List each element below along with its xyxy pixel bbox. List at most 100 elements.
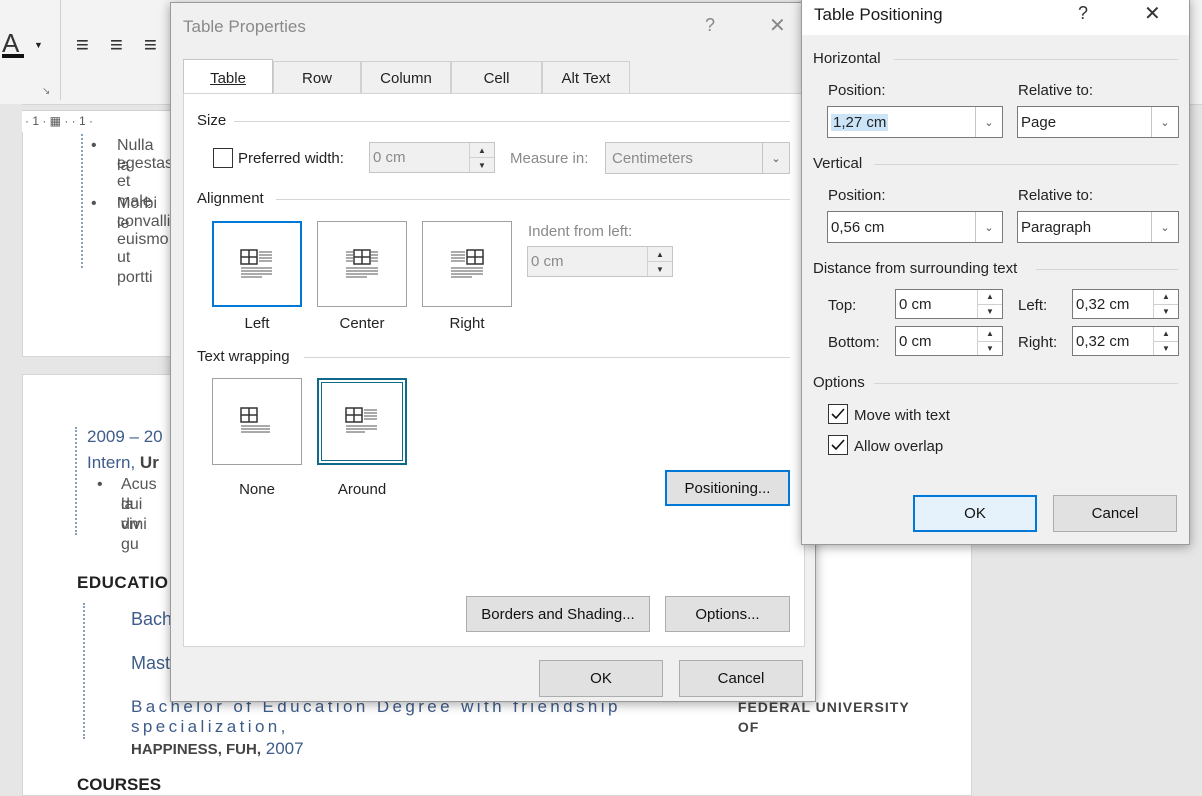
left-margin-strip: [0, 104, 22, 784]
tab-table[interactable]: Table: [183, 59, 273, 97]
ok-button[interactable]: OK: [539, 660, 663, 697]
options-button[interactable]: Options...: [665, 596, 790, 632]
spin-up-icon[interactable]: ▲: [978, 327, 1002, 342]
close-icon[interactable]: ✕: [769, 13, 786, 38]
move-with-text-label[interactable]: Move with text: [854, 407, 950, 424]
button-label: Options...: [695, 605, 760, 623]
wrap-none-option[interactable]: [212, 378, 302, 465]
align-center-button[interactable]: ≡: [110, 32, 123, 58]
v-relative-select[interactable]: Paragraph ⌄: [1017, 211, 1179, 243]
input-value: 0,32 cm: [1076, 332, 1130, 350]
chevron-down-icon[interactable]: ⌄: [1151, 212, 1178, 242]
spin-down-icon[interactable]: ▼: [978, 305, 1002, 319]
chevron-down-icon[interactable]: ⌄: [762, 143, 789, 173]
left-label: Left:: [1018, 297, 1048, 314]
left-input[interactable]: 0,32 cm ▲ ▼: [1072, 289, 1179, 319]
tab-label: Table: [210, 70, 246, 87]
education-guide: [83, 603, 85, 739]
positioning-button[interactable]: Positioning...: [665, 470, 790, 506]
spin-down-icon[interactable]: ▼: [1154, 305, 1178, 319]
chevron-down-icon[interactable]: ⌄: [975, 107, 1002, 137]
width-spinner[interactable]: ▲ ▼: [469, 143, 494, 172]
spin-down-icon[interactable]: ▼: [1154, 342, 1178, 356]
divider: [1036, 269, 1178, 270]
spin-up-icon[interactable]: ▲: [470, 143, 494, 158]
tab-alt-text[interactable]: Alt Text: [542, 61, 630, 95]
divider: [894, 59, 1178, 60]
ok-button[interactable]: OK: [913, 495, 1037, 532]
bullet-line: dmi gu: [121, 516, 147, 553]
align-left-button[interactable]: ≡: [76, 32, 89, 58]
checkmark-icon: [831, 439, 845, 451]
help-button[interactable]: ?: [1078, 3, 1088, 24]
move-with-text-checkbox[interactable]: [828, 404, 848, 424]
cancel-button[interactable]: Cancel: [1053, 495, 1177, 532]
tab-label: Alt Text: [561, 70, 611, 87]
spin-up-icon[interactable]: ▲: [648, 247, 672, 262]
tab-cell[interactable]: Cell: [451, 61, 542, 95]
input-value: 0 cm: [899, 332, 932, 350]
edu-degree: Bachelor of Education Degree with friend…: [131, 697, 621, 736]
select-value: Paragraph: [1021, 218, 1092, 236]
spin-down-icon[interactable]: ▼: [470, 158, 494, 172]
options-section-label: Options: [813, 374, 865, 391]
edu-item-2: Mast: [131, 653, 171, 673]
measure-in-select[interactable]: Centimeters ⌄: [605, 142, 790, 174]
entry-date: 2009 – 20: [87, 427, 163, 446]
dialog-title: Table Properties: [183, 17, 306, 36]
align-right-button[interactable]: ≡: [144, 32, 157, 58]
entry-role-text: Intern,: [87, 453, 140, 472]
horizontal-ruler[interactable]: · 1 · ▦ · · 1 ·: [20, 110, 182, 134]
right-spinner[interactable]: ▲ ▼: [1153, 327, 1178, 355]
top-spinner[interactable]: ▲ ▼: [977, 290, 1002, 318]
spin-up-icon[interactable]: ▲: [1154, 290, 1178, 305]
table-left-icon: [240, 249, 272, 278]
chevron-down-icon[interactable]: ⌄: [975, 212, 1002, 242]
divider: [276, 199, 790, 200]
tab-row[interactable]: Row: [273, 61, 361, 95]
measure-in-label: Measure in:: [510, 150, 589, 167]
borders-shading-button[interactable]: Borders and Shading...: [466, 596, 650, 632]
top-input[interactable]: 0 cm ▲ ▼: [895, 289, 1003, 319]
h-relative-select[interactable]: Page ⌄: [1017, 106, 1179, 138]
h-position-combo[interactable]: 1,27 cm ⌄: [827, 106, 1003, 138]
v-position-label: Position:: [828, 187, 886, 204]
tab-panel: Size Preferred width: 0 cm ▲ ▼ Measure in…: [183, 93, 805, 647]
align-left-option[interactable]: [212, 221, 302, 307]
bullet-guide: [81, 134, 83, 268]
bottom-input[interactable]: 0 cm ▲ ▼: [895, 326, 1003, 356]
bullet-line: ut portti: [117, 249, 153, 286]
divider: [874, 383, 1178, 384]
indent-spinner[interactable]: ▲ ▼: [647, 247, 672, 276]
wrapping-section-label: Text wrapping: [197, 348, 290, 365]
close-icon[interactable]: ✕: [1144, 1, 1161, 26]
help-button[interactable]: ?: [705, 15, 715, 36]
font-color-button[interactable]: A ▼: [2, 28, 43, 58]
tab-column[interactable]: Column: [361, 61, 451, 95]
allow-overlap-label[interactable]: Allow overlap: [854, 438, 943, 455]
indent-input[interactable]: 0 cm ▲ ▼: [527, 246, 673, 277]
allow-overlap-checkbox[interactable]: [828, 435, 848, 455]
v-position-combo[interactable]: 0,56 cm ⌄: [827, 211, 1003, 243]
wrap-around-option[interactable]: [317, 378, 407, 465]
align-right-label: Right: [449, 315, 485, 332]
spin-up-icon[interactable]: ▲: [1154, 327, 1178, 342]
preferred-width-input[interactable]: 0 cm ▲ ▼: [369, 142, 495, 173]
table-right-icon: [451, 249, 484, 278]
align-right-option[interactable]: [422, 221, 512, 307]
bottom-spinner[interactable]: ▲ ▼: [977, 327, 1002, 355]
preferred-width-checkbox[interactable]: [213, 148, 233, 168]
right-input[interactable]: 0,32 cm ▲ ▼: [1072, 326, 1179, 356]
cancel-button[interactable]: Cancel: [679, 660, 803, 697]
spin-down-icon[interactable]: ▼: [978, 342, 1002, 356]
align-center-option[interactable]: [317, 221, 407, 307]
education-heading: EDUCATIO: [77, 573, 169, 592]
indent-label: Indent from left:: [528, 223, 633, 240]
dialog-launcher-icon[interactable]: ↘: [42, 86, 50, 97]
left-spinner[interactable]: ▲ ▼: [1153, 290, 1178, 318]
spin-down-icon[interactable]: ▼: [648, 262, 672, 276]
tab-label: Cell: [483, 70, 510, 87]
spin-up-icon[interactable]: ▲: [978, 290, 1002, 305]
alignment-section-label: Alignment: [197, 190, 264, 207]
chevron-down-icon[interactable]: ⌄: [1151, 107, 1178, 137]
